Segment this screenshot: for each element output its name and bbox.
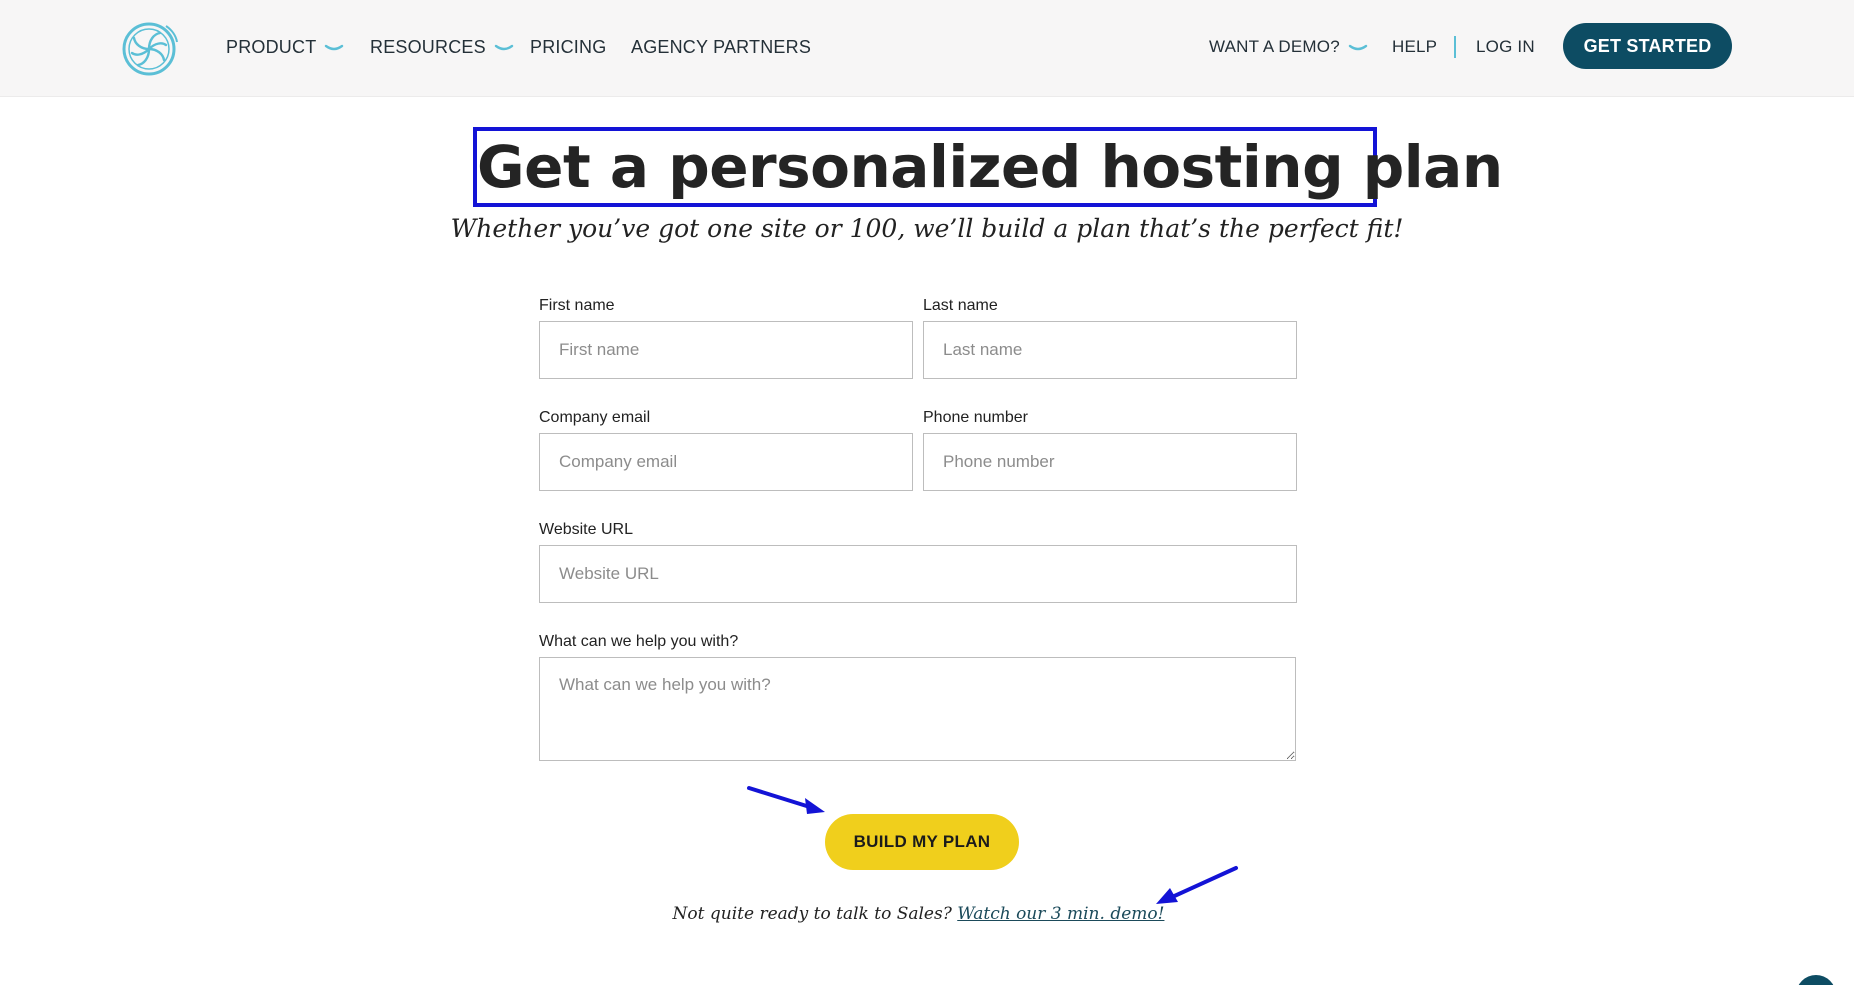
nav-log-in-label: LOG IN bbox=[1476, 37, 1535, 56]
nav-product[interactable]: PRODUCT bbox=[226, 36, 344, 58]
help-text-label: What can we help you with? bbox=[539, 633, 739, 650]
site-header: PRODUCT RESOURCES PRICING AGENCY PARTNER… bbox=[0, 0, 1854, 97]
nav-separator bbox=[1454, 36, 1456, 58]
flywheel-logo-icon[interactable] bbox=[120, 20, 178, 78]
page-title: Get a personalized hosting plan bbox=[477, 133, 1503, 201]
nav-agency-partners[interactable]: AGENCY PARTNERS bbox=[631, 36, 811, 58]
website-url-label: Website URL bbox=[539, 521, 633, 538]
first-name-input[interactable] bbox=[539, 321, 913, 379]
nav-pricing-label: PRICING bbox=[530, 37, 607, 57]
phone-number-label: Phone number bbox=[923, 409, 1028, 426]
nav-agency-partners-label: AGENCY PARTNERS bbox=[631, 37, 812, 57]
nav-resources[interactable]: RESOURCES bbox=[370, 36, 514, 58]
help-text-textarea[interactable] bbox=[539, 657, 1296, 761]
build-my-plan-button[interactable]: BUILD MY PLAN bbox=[825, 814, 1019, 870]
annotation-arrow-icon bbox=[1156, 866, 1238, 904]
nav-want-a-demo-label: WANT A DEMO? bbox=[1209, 37, 1340, 56]
sales-note-text: Not quite ready to talk to Sales? bbox=[672, 904, 958, 924]
chevron-down-icon bbox=[325, 45, 344, 51]
nav-help[interactable]: HELP bbox=[1392, 36, 1437, 58]
company-email-input[interactable] bbox=[539, 433, 913, 491]
nav-resources-label: RESOURCES bbox=[370, 37, 486, 57]
chevron-down-icon bbox=[1348, 44, 1368, 50]
get-started-button[interactable]: GET STARTED bbox=[1563, 23, 1732, 69]
chevron-down-icon bbox=[494, 45, 514, 51]
chat-widget-button[interactable] bbox=[1796, 975, 1836, 985]
first-name-label: First name bbox=[539, 297, 615, 314]
company-email-label: Company email bbox=[539, 409, 651, 426]
phone-number-input[interactable] bbox=[923, 433, 1297, 491]
watch-demo-link[interactable]: Watch our 3 min. demo! bbox=[957, 904, 1164, 924]
nav-product-label: PRODUCT bbox=[226, 37, 317, 57]
title-highlight-box: Get a personalized hosting plan bbox=[473, 127, 1503, 207]
nav-log-in[interactable]: LOG IN bbox=[1476, 36, 1535, 58]
nav-pricing[interactable]: PRICING bbox=[530, 36, 606, 58]
website-url-input[interactable] bbox=[539, 545, 1297, 603]
page-subtitle: Whether you’ve got one site or 100, we’l… bbox=[450, 214, 1404, 243]
last-name-label: Last name bbox=[923, 297, 998, 314]
nav-help-label: HELP bbox=[1392, 37, 1438, 56]
sales-note: Not quite ready to talk to Sales? Watch … bbox=[540, 904, 1297, 924]
nav-want-a-demo[interactable]: WANT A DEMO? bbox=[1209, 36, 1368, 58]
last-name-input[interactable] bbox=[923, 321, 1297, 379]
annotation-arrow-icon bbox=[747, 786, 825, 814]
